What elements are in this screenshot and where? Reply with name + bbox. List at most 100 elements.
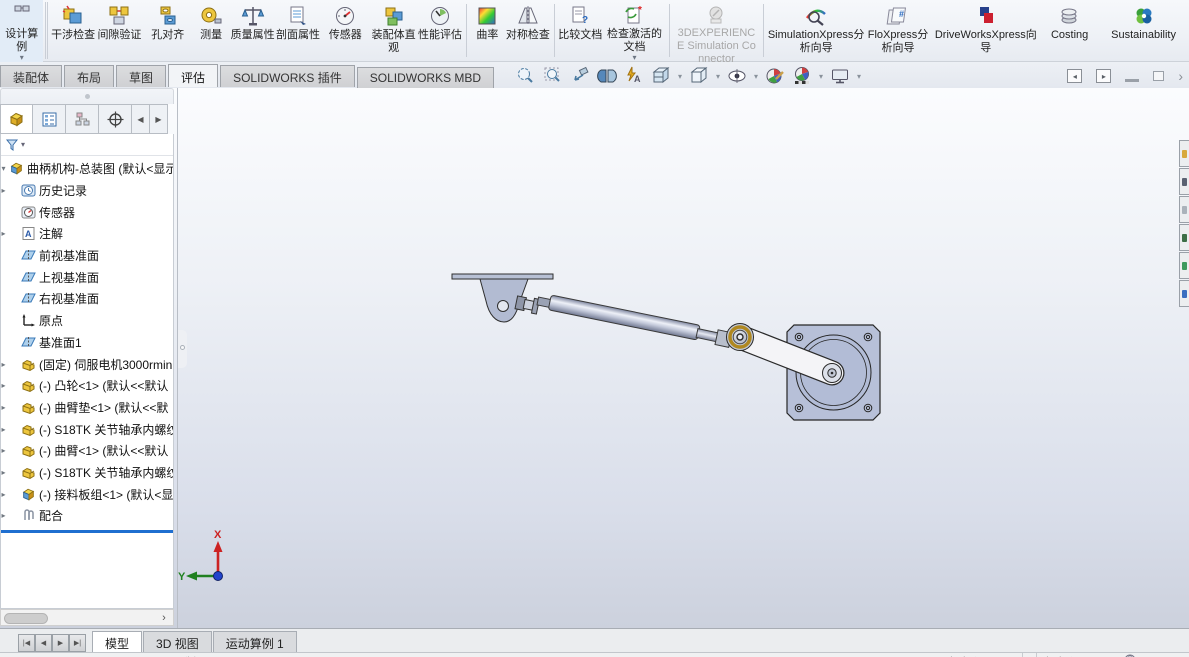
- tree-item-crank-pad[interactable]: ▸ (-) 曲臂垫<1> (默认<<默: [1, 397, 173, 419]
- tree-item-top-plane[interactable]: 上视基准面: [1, 266, 173, 288]
- curvature-button[interactable]: 曲率: [470, 0, 506, 62]
- assembly-visualization-button[interactable]: 装配体直观: [370, 0, 417, 62]
- edit-appearance-button[interactable]: [763, 64, 787, 88]
- task-pane-button[interactable]: [1179, 140, 1189, 167]
- panel-splitter-handle[interactable]: [178, 330, 187, 368]
- view-settings-button[interactable]: [828, 64, 852, 88]
- hole-alignment-button[interactable]: 孔对齐: [143, 0, 192, 62]
- interference-check-button[interactable]: 干涉检查: [50, 0, 95, 62]
- next-frame-button[interactable]: ▶: [52, 634, 69, 652]
- mount-bracket[interactable]: [451, 273, 554, 323]
- panel-grip[interactable]: [0, 88, 174, 104]
- scrollbar-right-arrow[interactable]: ›: [156, 610, 172, 625]
- driveworksxpress-button[interactable]: DriveWorksXpress向导: [931, 0, 1041, 62]
- design-study-button[interactable]: 设计算例 ▾: [0, 0, 44, 62]
- check-active-document-dropdown[interactable]: ▾: [632, 54, 636, 62]
- panel-splitter[interactable]: [177, 88, 178, 652]
- featuremanager-tab[interactable]: [0, 104, 33, 134]
- mass-properties-button[interactable]: 质量属性: [230, 0, 275, 62]
- task-pane-button[interactable]: [1179, 168, 1189, 195]
- mass-properties-icon: [241, 3, 265, 29]
- collapse-right-pane-icon[interactable]: ▸: [1096, 69, 1112, 83]
- design-study-icon: [10, 3, 34, 28]
- floxpress-button[interactable]: # FloXpress分析向导: [865, 0, 930, 62]
- hide-show-items-icon: [728, 69, 746, 83]
- design-study-dropdown[interactable]: ▾: [20, 54, 24, 62]
- tab-solidworks-addins[interactable]: SOLIDWORKS 插件: [220, 65, 355, 87]
- task-pane-button[interactable]: [1179, 196, 1189, 223]
- measure-button[interactable]: 测量: [192, 0, 229, 62]
- tab-model[interactable]: 模型: [92, 631, 143, 652]
- tree-item-bearing-1[interactable]: ▸ (-) S18TK 关节轴承内螺纹: [1, 418, 173, 440]
- section-view-button[interactable]: [595, 64, 619, 88]
- tab-scroll-left[interactable]: ◀: [132, 104, 150, 134]
- collapse-left-pane-icon[interactable]: ◂: [1067, 69, 1083, 83]
- tab-assembly[interactable]: 装配体: [0, 65, 63, 87]
- task-pane-button[interactable]: [1179, 224, 1189, 251]
- tree-item-annotations[interactable]: ▸ A 注解: [1, 223, 173, 245]
- tab-sketch[interactable]: 草图: [116, 65, 167, 87]
- sustainability-button[interactable]: Sustainability: [1098, 0, 1189, 62]
- compare-documents-button[interactable]: ? 比较文档: [558, 0, 603, 62]
- check-active-document-button[interactable]: * 检查激活的文档 ▾: [603, 0, 666, 62]
- tree-item-plane1[interactable]: 基准面1: [1, 332, 173, 354]
- tree-filter-row[interactable]: ▾: [1, 134, 173, 156]
- task-pane-button[interactable]: [1179, 280, 1189, 307]
- zoom-area-button[interactable]: [541, 64, 565, 88]
- tree-item-sensors[interactable]: 传感器: [1, 201, 173, 223]
- tree-item-mates[interactable]: ▸ 配合: [1, 505, 173, 527]
- tree-item-cam[interactable]: ▸ (-) 凸轮<1> (默认<<默认: [1, 375, 173, 397]
- restore-window-icon[interactable]: [1153, 68, 1171, 81]
- performance-evaluation-button[interactable]: 性能评估: [417, 0, 462, 62]
- apply-scene-dropdown[interactable]: ▾: [817, 72, 825, 81]
- annotation-visibility-button[interactable]: A: [622, 64, 646, 88]
- view-orientation-button[interactable]: [649, 64, 673, 88]
- hide-show-items-button[interactable]: [725, 64, 749, 88]
- tree-item-plate-group[interactable]: ▸ (-) 接料板组<1> (默认<显: [1, 483, 173, 505]
- overflow-chevron-icon[interactable]: ›: [1178, 68, 1183, 84]
- previous-frame-button[interactable]: ◀: [35, 634, 52, 652]
- tab-motion-study-1[interactable]: 运动算例 1: [212, 631, 297, 652]
- symmetry-check-button[interactable]: 对称检查: [505, 0, 550, 62]
- triad-y-label: Y: [178, 571, 186, 583]
- tree-horizontal-scrollbar[interactable]: ›: [0, 609, 174, 626]
- clearance-verify-button[interactable]: 间隙验证: [96, 0, 143, 62]
- scrollbar-thumb[interactable]: [4, 613, 48, 624]
- task-pane-button[interactable]: [1179, 252, 1189, 279]
- first-frame-button[interactable]: |◀: [18, 634, 35, 652]
- tree-root[interactable]: ▾ 曲柄机构-总装图 (默认<显示: [1, 158, 173, 180]
- configurationmanager-tab[interactable]: [66, 104, 99, 134]
- tab-layout[interactable]: 布局: [64, 65, 115, 87]
- section-properties-button[interactable]: 剖面属性: [275, 0, 320, 62]
- tree-item-right-plane[interactable]: 右视基准面: [1, 288, 173, 310]
- last-frame-button[interactable]: ▶|: [69, 634, 86, 652]
- tab-scroll-right[interactable]: ▶: [150, 104, 168, 134]
- zoom-fit-button[interactable]: [514, 64, 538, 88]
- view-orientation-dropdown[interactable]: ▾: [676, 72, 684, 81]
- apply-scene-button[interactable]: [790, 64, 814, 88]
- tree-item-servo-motor[interactable]: ▸ (固定) 伺服电机3000rmin: [1, 353, 173, 375]
- tree-item-front-plane[interactable]: 前视基准面: [1, 245, 173, 267]
- display-style-button[interactable]: [687, 64, 711, 88]
- tree-item-history[interactable]: ▸ 历史记录: [1, 180, 173, 202]
- previous-view-button[interactable]: [568, 64, 592, 88]
- simulationxpress-button[interactable]: SimulationXpress分析向导: [767, 0, 866, 62]
- tab-evaluate[interactable]: 评估: [168, 64, 219, 87]
- sensor-button[interactable]: 传感器: [321, 0, 370, 62]
- costing-button[interactable]: Costing: [1041, 0, 1098, 62]
- propertymanager-tab[interactable]: [33, 104, 66, 134]
- tab-solidworks-mbd[interactable]: SOLIDWORKS MBD: [356, 67, 495, 89]
- dimxpert-tab[interactable]: [99, 104, 132, 134]
- minimize-icon[interactable]: [1125, 78, 1140, 82]
- view-settings-dropdown[interactable]: ▾: [855, 72, 863, 81]
- tree-item-bearing-2[interactable]: ▸ (-) S18TK 关节轴承内螺纹: [1, 462, 173, 484]
- tree-item-crank-arm[interactable]: ▸ (-) 曲臂<1> (默认<<默认: [1, 440, 173, 462]
- tab-3d-views[interactable]: 3D 视图: [143, 631, 212, 652]
- hide-show-items-dropdown[interactable]: ▾: [752, 72, 760, 81]
- rollback-bar[interactable]: [1, 529, 173, 533]
- tree-item-origin[interactable]: 原点: [1, 310, 173, 332]
- model-canvas: X Y: [178, 273, 881, 583]
- edit-appearance-icon: [766, 68, 784, 84]
- cylinder-link[interactable]: [514, 293, 754, 351]
- display-style-dropdown[interactable]: ▾: [714, 72, 722, 81]
